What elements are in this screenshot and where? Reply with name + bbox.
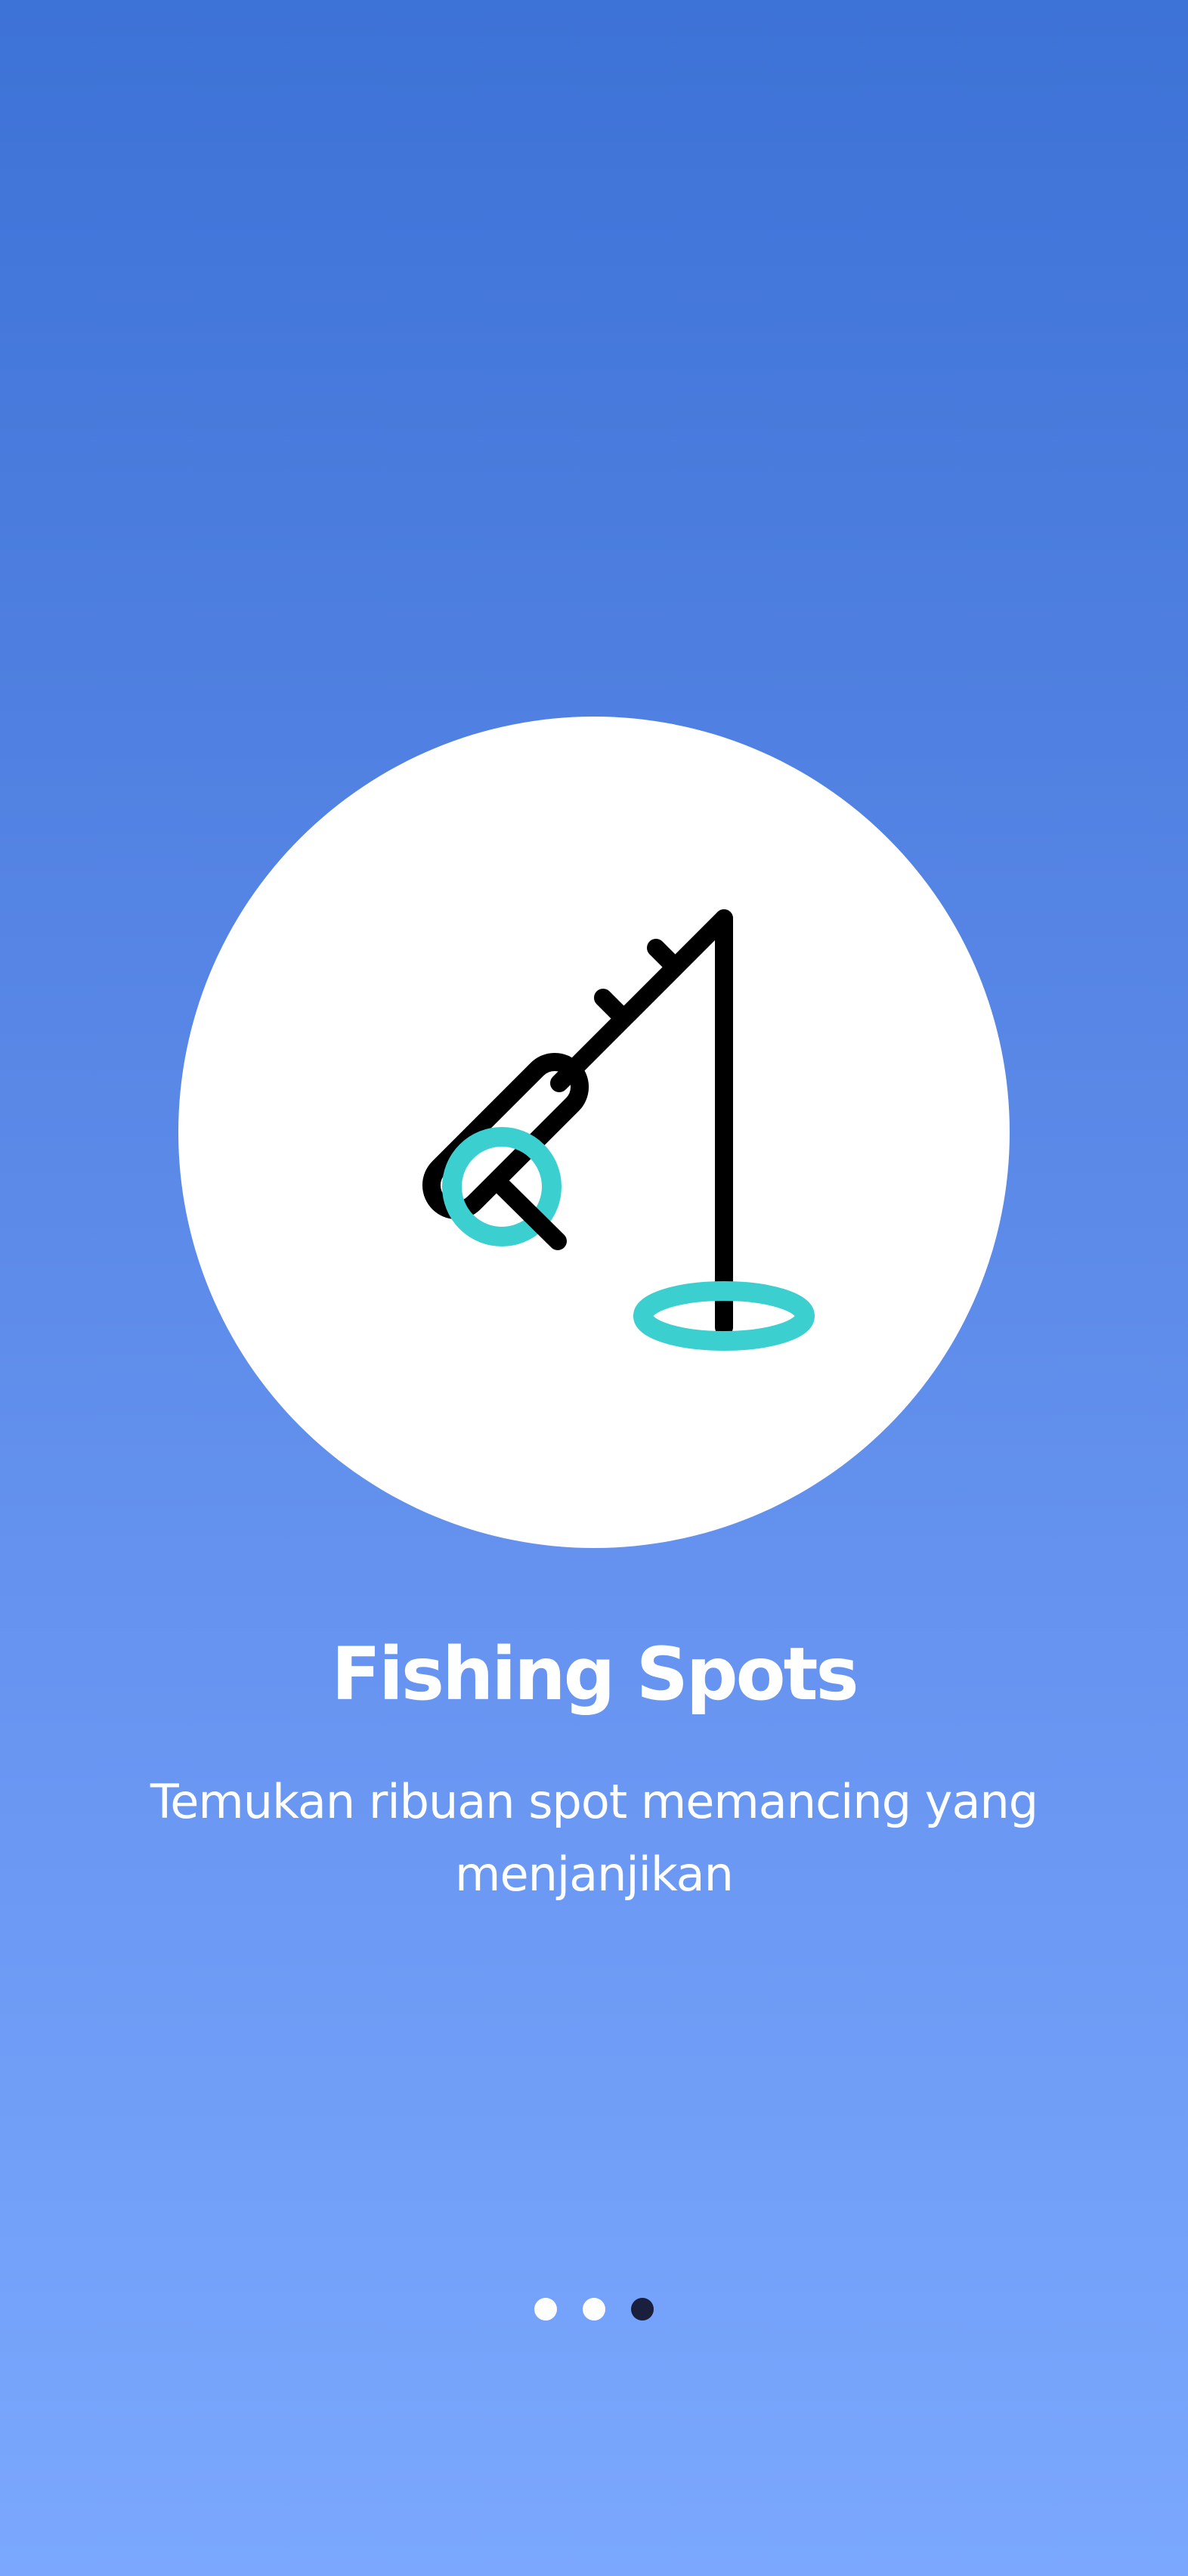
- page-dot-1[interactable]: [534, 2298, 557, 2321]
- illustration-circle: [178, 717, 1010, 1548]
- fishing-rod-icon: [422, 909, 815, 1351]
- page-dot-3-active[interactable]: [631, 2298, 654, 2321]
- onboarding-screen: Fishing Spots Temukan ribuan spot memanc…: [0, 0, 1188, 2576]
- page-indicator: [0, 2298, 1188, 2321]
- page-dot-2[interactable]: [583, 2298, 605, 2321]
- page-title: Fishing Spots: [331, 1632, 859, 1717]
- page-description: Temukan ribuan spot memancing yang menja…: [150, 1774, 1038, 1902]
